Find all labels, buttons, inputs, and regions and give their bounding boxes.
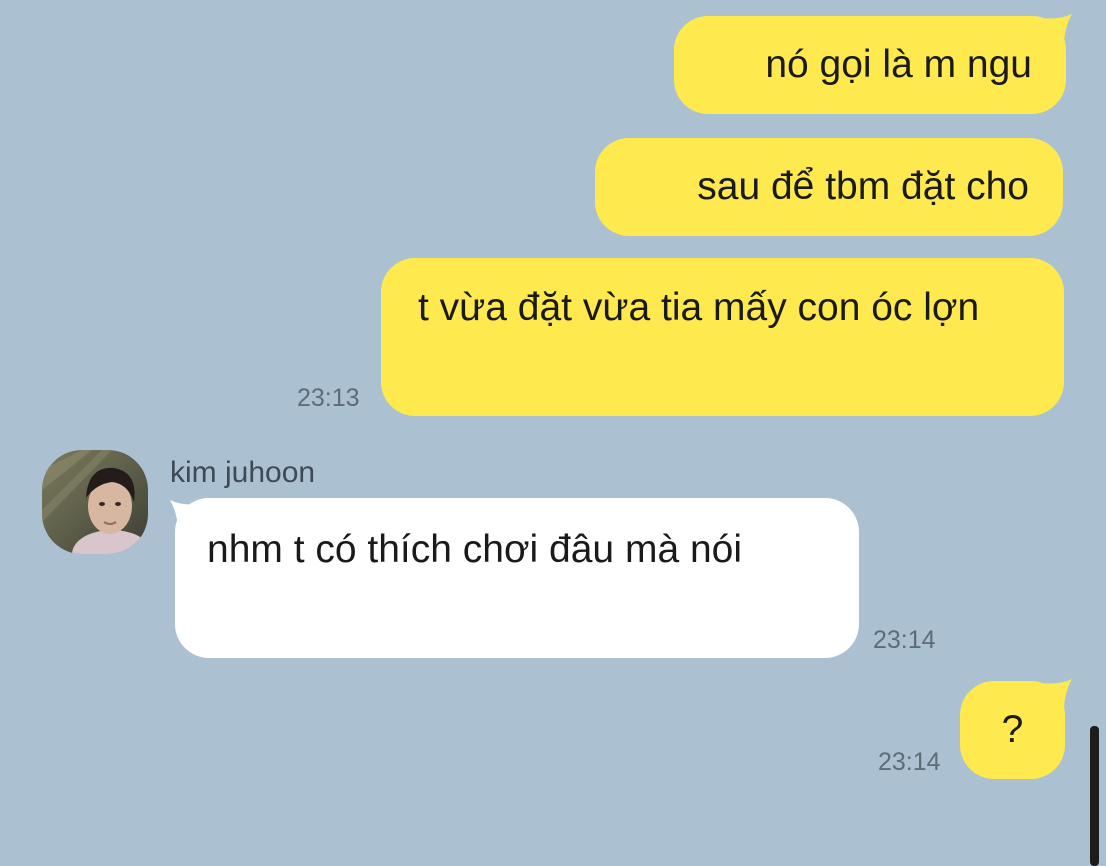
sender-name: kim juhoon xyxy=(170,456,316,489)
sender-avatar[interactable] xyxy=(42,450,148,554)
message-text: ? xyxy=(1001,708,1024,751)
incoming-message-bubble[interactable]: nhm t có thích chơi đâu mà nói xyxy=(175,498,859,658)
bubble-tail-icon xyxy=(1040,14,1072,46)
message-timestamp: 23:14 xyxy=(873,626,936,654)
profile-photo-icon xyxy=(42,450,148,554)
message-text: nó gọi là m ngu xyxy=(765,43,1032,86)
bubble-tail-icon xyxy=(1040,679,1072,711)
chat-message-list[interactable]: nó gọi là m ngu sau để tbm đặt cho t vừa… xyxy=(0,0,1106,866)
outgoing-message-bubble[interactable]: nó gọi là m ngu xyxy=(674,16,1066,114)
outgoing-message-bubble[interactable]: t vừa đặt vừa tia mấy con óc lợn xyxy=(381,258,1064,416)
outgoing-message-bubble[interactable]: sau để tbm đặt cho xyxy=(595,138,1063,236)
message-text: t vừa đặt vừa tia mấy con óc lợn xyxy=(418,286,980,329)
message-timestamp: 23:13 xyxy=(297,384,360,412)
message-text: nhm t có thích chơi đâu mà nói xyxy=(207,528,743,571)
scrollbar[interactable] xyxy=(1090,726,1099,866)
message-text: sau để tbm đặt cho xyxy=(697,165,1029,208)
message-timestamp: 23:14 xyxy=(878,748,941,776)
